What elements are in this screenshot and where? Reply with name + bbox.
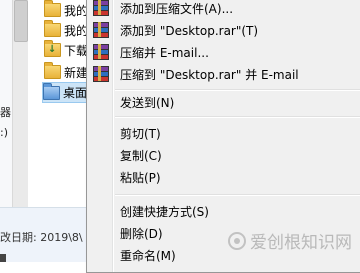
watermark-text: 爱创根知识网 [250, 233, 352, 253]
menu-item-send-to[interactable]: 发送到(N) [87, 91, 360, 113]
download-folder-icon: ↓ [44, 40, 61, 57]
nav-label: :) [0, 126, 8, 139]
menu-item-paste[interactable]: 粘贴(P) [87, 166, 360, 188]
menu-item-compress-to-rar-and-email[interactable]: 压缩到 "Desktop.rar" 并 E-mail [87, 63, 360, 85]
folder-icon [44, 20, 61, 37]
vertical-scrollbar[interactable] [12, 0, 29, 207]
menu-item-create-shortcut[interactable]: 创建快捷方式(S) [87, 200, 360, 222]
folder-icon [44, 0, 61, 17]
menu-item-add-to-archive[interactable]: 添加到压缩文件(A)... [87, 0, 360, 19]
winrar-icon [92, 22, 109, 38]
menu-item-copy[interactable]: 复制(C) [87, 144, 360, 166]
paw-logo-icon [228, 231, 246, 250]
menu-separator [115, 116, 360, 118]
winrar-icon [92, 0, 109, 16]
winrar-icon [92, 44, 109, 60]
folder-icon [44, 62, 61, 79]
menu-separator [115, 194, 360, 196]
menu-item-compress-and-email[interactable]: 压缩并 E-mail... [87, 41, 360, 63]
scrollbar-thumb[interactable] [14, 0, 28, 42]
nav-label: 器 [0, 106, 11, 119]
menu-item-cut[interactable]: 剪切(T) [87, 122, 360, 144]
winrar-icon [92, 66, 109, 82]
menu-item-add-to-desktop-rar[interactable]: 添加到 "Desktop.rar"(T) [87, 19, 360, 41]
watermark: 爱创根知识网 [228, 228, 352, 253]
desktop-folder-icon [43, 83, 60, 100]
modified-date-text: 改日期: 2019\8\ [0, 231, 83, 244]
